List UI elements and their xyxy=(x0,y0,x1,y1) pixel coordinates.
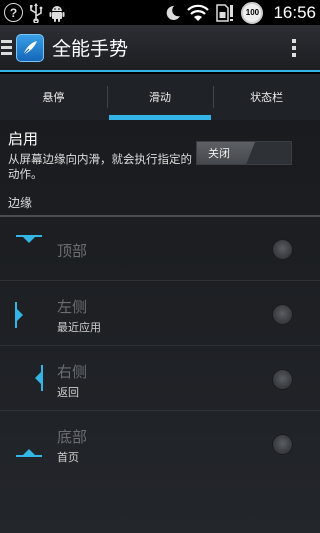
tab-bar: 悬停 滑动 状态栏 xyxy=(0,74,320,120)
status-bar: ? 100 16:56 xyxy=(0,0,320,25)
settings-content: 启用 从屏幕边缘向内滑，就会执行指定的动作。 关闭 边缘 顶部 左侧 最近应用 xyxy=(0,120,320,533)
edge-item-right[interactable]: 右侧 返回 xyxy=(0,347,320,411)
edge-item-bottom[interactable]: 底部 首页 xyxy=(0,412,320,476)
edge-item-subtitle: 最近应用 xyxy=(57,321,101,334)
tab-label: 悬停 xyxy=(42,91,65,104)
edge-item-title: 底部 xyxy=(57,428,88,446)
usb-icon xyxy=(30,2,43,23)
edge-item-title: 左侧 xyxy=(57,298,88,316)
toggle-label: 关闭 xyxy=(208,147,230,160)
enable-setting: 启用 从屏幕边缘向内滑，就会执行指定的动作。 xyxy=(8,128,198,182)
battery-level: 100 xyxy=(245,8,260,17)
overflow-menu-icon[interactable] xyxy=(292,38,296,57)
tab-swipe[interactable]: 滑动 xyxy=(106,74,214,120)
sim-icon xyxy=(216,3,234,22)
enable-description: 从屏幕边缘向内滑，就会执行指定的动作。 xyxy=(8,152,192,181)
edge-right-icon xyxy=(35,365,43,391)
divider xyxy=(0,345,320,346)
edge-bottom-radio[interactable] xyxy=(272,434,293,455)
status-time: 16:56 xyxy=(273,2,316,22)
app-logo-icon[interactable] xyxy=(16,33,44,62)
divider xyxy=(0,410,320,411)
edge-item-subtitle: 返回 xyxy=(57,386,79,399)
edge-item-title: 右侧 xyxy=(57,363,88,381)
tab-label: 滑动 xyxy=(149,91,171,104)
edge-left-radio[interactable] xyxy=(272,304,293,325)
edge-left-icon xyxy=(15,302,23,328)
tab-statusbar[interactable]: 状态栏 xyxy=(213,74,320,120)
android-icon xyxy=(49,5,65,22)
edge-right-radio[interactable] xyxy=(272,369,293,390)
moon-icon xyxy=(167,5,181,20)
help-circle-icon: ? xyxy=(4,3,23,22)
action-bar: 全能手势 xyxy=(0,25,320,72)
wifi-icon xyxy=(187,4,210,21)
drawer-icon[interactable] xyxy=(1,40,13,55)
tab-label: 状态栏 xyxy=(250,91,284,104)
edge-item-left[interactable]: 左侧 最近应用 xyxy=(0,282,320,346)
divider xyxy=(0,280,320,281)
edge-item-top[interactable]: 顶部 xyxy=(0,217,320,281)
enable-toggle[interactable]: 关闭 xyxy=(196,141,292,165)
app-title: 全能手势 xyxy=(52,38,129,60)
edge-top-radio[interactable] xyxy=(272,239,293,260)
edge-bottom-icon xyxy=(16,449,42,457)
edges-section-label: 边缘 xyxy=(8,196,33,210)
enable-title: 启用 xyxy=(8,130,39,148)
edge-item-title: 顶部 xyxy=(57,242,88,260)
tab-hover[interactable]: 悬停 xyxy=(0,74,107,120)
edge-top-icon xyxy=(16,235,42,243)
edge-item-subtitle: 首页 xyxy=(57,451,79,464)
battery-icon: 100 xyxy=(241,1,264,24)
toggle-knob: 关闭 xyxy=(197,142,255,164)
